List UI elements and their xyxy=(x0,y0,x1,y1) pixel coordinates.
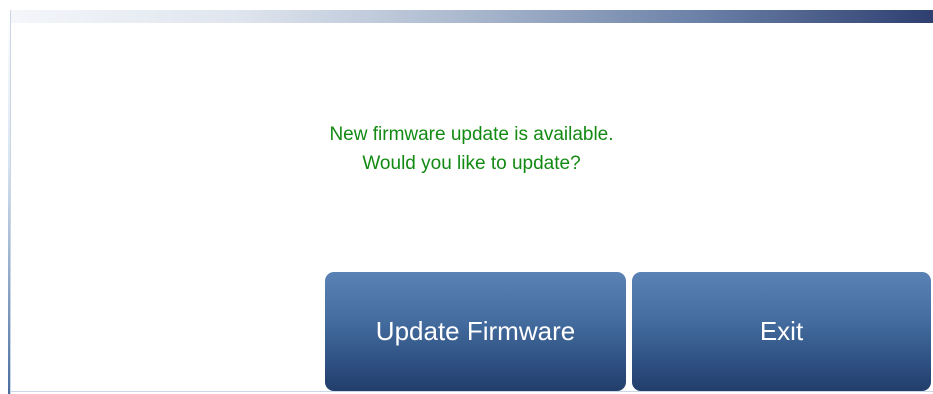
message-line-2: Would you like to update? xyxy=(362,153,581,174)
firmware-update-screen: New firmware update is available. Would … xyxy=(0,0,933,394)
bottom-border xyxy=(10,391,933,392)
exit-button[interactable]: Exit xyxy=(632,272,931,391)
message-line-1: New firmware update is available. xyxy=(329,124,614,145)
left-border-highlight xyxy=(10,10,11,394)
header-gradient-bar xyxy=(10,10,933,23)
update-message: New firmware update is available. Would … xyxy=(10,120,933,178)
exit-label: Exit xyxy=(759,316,804,346)
update-firmware-button[interactable]: Update Firmware xyxy=(325,272,626,391)
update-firmware-label: Update Firmware xyxy=(375,316,576,346)
